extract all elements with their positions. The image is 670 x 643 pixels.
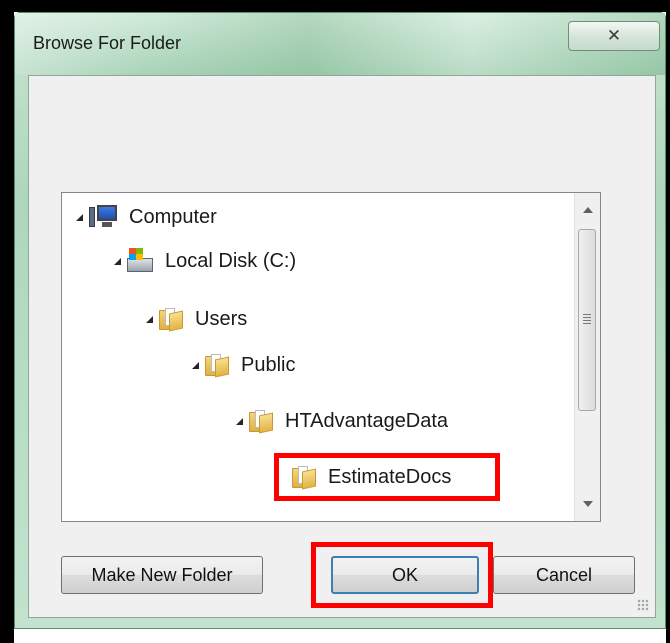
collapse-arrow-icon[interactable]: [76, 213, 83, 221]
title-bar[interactable]: Browse For Folder ✕: [15, 13, 665, 75]
cancel-button[interactable]: Cancel: [493, 556, 635, 594]
collapse-arrow-icon[interactable]: [114, 257, 121, 265]
ok-highlight-box: [311, 542, 493, 608]
scroll-up-arrow-icon[interactable]: [583, 207, 593, 213]
folder-icon: [159, 308, 183, 332]
tree-item-users[interactable]: Users: [146, 301, 247, 337]
collapse-arrow-icon[interactable]: [236, 417, 243, 425]
make-new-folder-button[interactable]: Make New Folder: [61, 556, 263, 594]
tree-item-public[interactable]: Public: [192, 347, 295, 383]
folder-tree[interactable]: Computer Local Disk (C:) Users Public HT…: [61, 192, 601, 522]
tree-item-htadvantagedata[interactable]: HTAdvantageData: [236, 403, 448, 439]
close-button[interactable]: ✕: [568, 21, 660, 51]
browse-for-folder-dialog: Browse For Folder ✕ Computer Local Disk …: [14, 12, 666, 629]
dialog-body: Computer Local Disk (C:) Users Public HT…: [28, 75, 656, 618]
disk-icon: [127, 248, 155, 274]
vertical-scrollbar[interactable]: [574, 193, 600, 521]
scroll-thumb[interactable]: [578, 229, 596, 411]
scroll-down-arrow-icon[interactable]: [583, 501, 593, 507]
folder-icon: [249, 410, 273, 434]
estimatedocs-highlight-box: [274, 453, 500, 501]
tree-item-label: Local Disk (C:): [165, 249, 297, 272]
tree-item-label: Public: [241, 353, 296, 376]
close-icon: ✕: [606, 26, 622, 45]
folder-icon: [205, 354, 229, 378]
resize-grip-icon[interactable]: [637, 599, 649, 611]
computer-icon: [89, 205, 119, 229]
dialog-title: Browse For Folder: [33, 33, 182, 53]
tree-item-label: Computer: [129, 205, 217, 228]
tree-item-computer[interactable]: Computer: [76, 199, 217, 235]
tree-item-local-disk[interactable]: Local Disk (C:): [114, 243, 296, 279]
tree-item-label: HTAdvantageData: [285, 409, 449, 432]
tree-item-label: Users: [195, 307, 248, 330]
collapse-arrow-icon[interactable]: [192, 361, 199, 369]
collapse-arrow-icon[interactable]: [146, 315, 153, 323]
grip-icon: [583, 314, 591, 324]
